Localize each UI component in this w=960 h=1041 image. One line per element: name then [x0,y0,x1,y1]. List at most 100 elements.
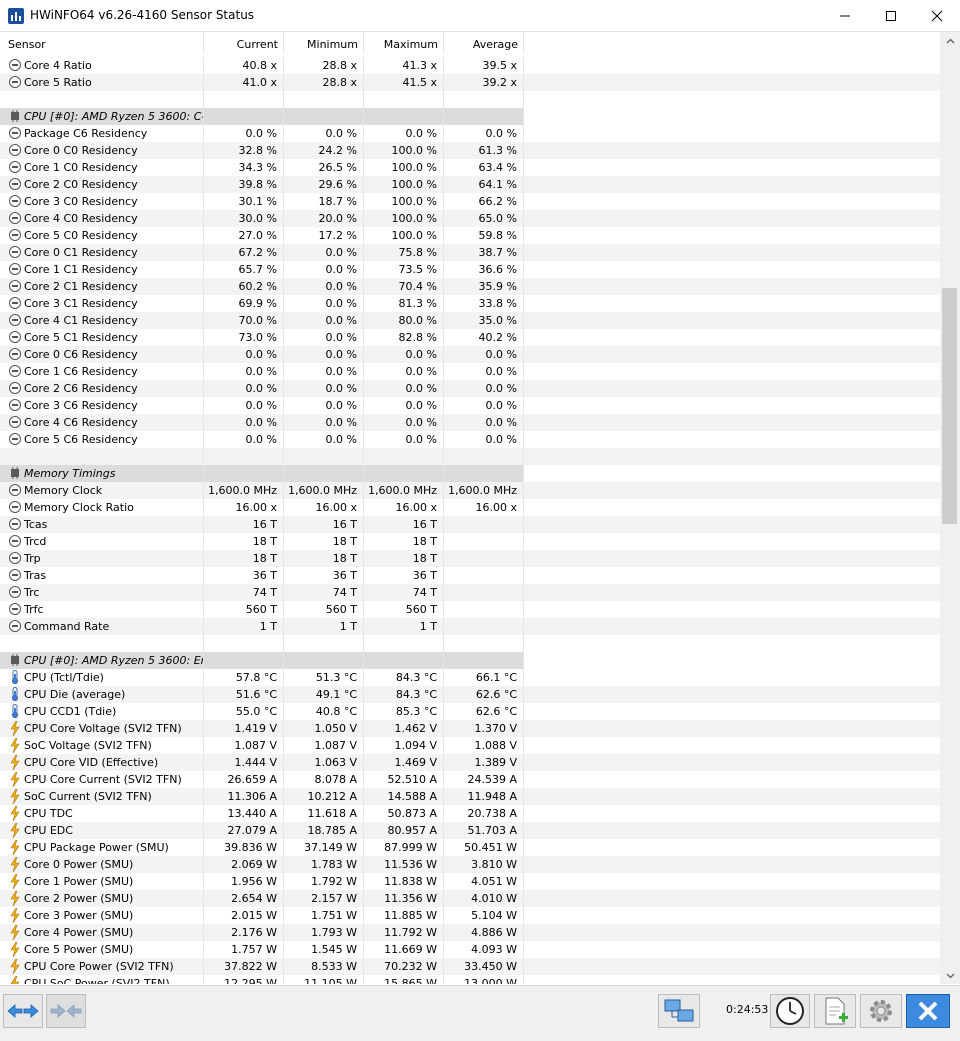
table-row[interactable]: CPU (Tctl/Tdie) 57.8 °C 51.3 °C 84.3 °C 66.1… [0,669,524,686]
table-row[interactable]: Trfc 560 T 560 T 560 T [0,601,524,618]
maximum-value: 100.0 % [364,193,444,210]
minimum-value: 28.8 x [284,57,364,74]
table-row[interactable]: Trcd 18 T 18 T 18 T [0,533,524,550]
table-row[interactable]: Core 2 C6 Residency 0.0 % 0.0 % 0.0 % 0.0 % [0,380,524,397]
table-row[interactable]: Core 3 C1 Residency 69.9 % 0.0 % 81.3 % 33.8… [0,295,524,312]
average-value: 16.00 x [444,499,524,516]
navigate-left-right-button[interactable] [3,994,43,1028]
average-value: 0.0 % [444,380,524,397]
sensor-group-header[interactable]: Memory Timings [0,465,524,482]
minimize-button[interactable] [822,0,868,31]
table-row[interactable]: Core 2 Power (SMU) 2.654 W 2.157 W 11.356 W… [0,890,524,907]
table-row[interactable]: Core 2 C1 Residency 60.2 % 0.0 % 70.4 % 35.9… [0,278,524,295]
sensor-group-header[interactable]: CPU [#0]: AMD Ryzen 5 3600: C-... [0,108,524,125]
network-button[interactable] [658,994,700,1028]
maximum-value: 41.5 x [364,74,444,91]
sensor-group-header[interactable]: CPU [#0]: AMD Ryzen 5 3600: En... [0,652,524,669]
maximum-value: 16.00 x [364,499,444,516]
sensor-name-label: CPU TDC [24,807,73,820]
table-row[interactable]: Core 0 Power (SMU) 2.069 W 1.783 W 11.536 W… [0,856,524,873]
lightning-icon [9,755,21,770]
table-row[interactable]: Core 0 C1 Residency 67.2 % 0.0 % 75.8 % 38.7… [0,244,524,261]
table-row[interactable]: CPU TDC 13.440 A 11.618 A 50.873 A 20.738 A [0,805,524,822]
vertical-scrollbar[interactable] [940,32,960,984]
current-value: 70.0 % [204,312,284,329]
scroll-down-button[interactable] [940,967,960,984]
table-row[interactable]: Core 3 C0 Residency 30.1 % 18.7 % 100.0 % 66… [0,193,524,210]
table-row[interactable]: Core 1 C6 Residency 0.0 % 0.0 % 0.0 % 0.0 % [0,363,524,380]
group-cell [444,652,524,669]
table-row[interactable]: Core 4 C0 Residency 30.0 % 20.0 % 100.0 % 65… [0,210,524,227]
average-value: 40.2 % [444,329,524,346]
table-row[interactable]: Core 2 C0 Residency 39.8 % 29.6 % 100.0 % 64… [0,176,524,193]
maximum-value: 50.873 A [364,805,444,822]
double-arrow-icon [7,1004,39,1018]
table-row[interactable]: Trp 18 T 18 T 18 T [0,550,524,567]
table-row[interactable]: Core 4 C1 Residency 70.0 % 0.0 % 80.0 % 35.0… [0,312,524,329]
blank-row-filler [524,91,940,108]
average-value: 1.389 V [444,754,524,771]
table-row[interactable]: Core 5 C1 Residency 73.0 % 0.0 % 82.8 % 40.2… [0,329,524,346]
table-row[interactable]: Core 3 C6 Residency 0.0 % 0.0 % 0.0 % 0.0 % [0,397,524,414]
table-row[interactable]: Core 5 Power (SMU) 1.757 W 1.545 W 11.669 W… [0,941,524,958]
column-header-average[interactable]: Average [444,32,524,54]
table-row[interactable]: Core 4 Ratio 40.8 x 28.8 x 41.3 x 39.5 x [0,57,524,74]
average-value: 39.5 x [444,57,524,74]
table-row[interactable]: Core 5 C6 Residency 0.0 % 0.0 % 0.0 % 0.0 % [0,431,524,448]
close-sensors-button[interactable] [906,994,950,1028]
table-row[interactable]: CPU Package Power (SMU) 39.836 W 37.149 W8… [0,839,524,856]
table-row[interactable]: Trc 74 T 74 T 74 T [0,584,524,601]
table-row[interactable]: CPU CCD1 (Tdie) 55.0 °C 40.8 °C 85.3 °C 62.6… [0,703,524,720]
table-row[interactable]: Core 4 Power (SMU) 2.176 W 1.793 W 11.792 W… [0,924,524,941]
table-row[interactable]: Core 1 C1 Residency 65.7 % 0.0 % 73.5 % 36.6… [0,261,524,278]
minimum-value: 0.0 % [284,125,364,142]
table-row[interactable]: CPU Core Current (SVI2 TFN) 26.659 A 8.078… [0,771,524,788]
scrollbar-thumb[interactable] [942,288,957,524]
table-row[interactable]: SoC Voltage (SVI2 TFN) 1.087 V 1.087 V 1.09… [0,737,524,754]
table-row[interactable]: Memory Clock Ratio 16.00 x 16.00 x 16.00 x1… [0,499,524,516]
table-row[interactable]: CPU SoC Power (SVI2 TFN) 12.295 W 11.105 W… [0,975,524,984]
table-row[interactable]: Core 1 C0 Residency 34.3 % 26.5 % 100.0 % 63… [0,159,524,176]
table-row[interactable]: Package C6 Residency 0.0 % 0.0 % 0.0 % 0.0 % [0,125,524,142]
table-row[interactable]: Core 3 Power (SMU) 2.015 W 1.751 W 11.885 W… [0,907,524,924]
close-window-button[interactable] [914,0,960,31]
table-row[interactable]: Command Rate 1 T1 T1 T [0,618,524,635]
table-row[interactable]: CPU Core VID (Effective) 1.444 V 1.063 V 1.… [0,754,524,771]
reset-clock-button[interactable] [770,994,810,1028]
table-row[interactable]: Core 0 C0 Residency 32.8 % 24.2 % 100.0 % 61… [0,142,524,159]
table-row[interactable]: CPU Die (average) 51.6 °C 49.1 °C 84.3 °C 62… [0,686,524,703]
sensor-name-label: Core 1 C6 Residency [24,365,138,378]
group-name: Memory Timings [0,465,204,482]
current-value: 1.444 V [204,754,284,771]
sensor-name-label: CPU Core Current (SVI2 TFN) [24,773,182,786]
table-row[interactable]: Tras 36 T 36 T 36 T [0,567,524,584]
group-cell [204,652,284,669]
table-row[interactable]: Core 0 C6 Residency 0.0 % 0.0 % 0.0 % 0.0 % [0,346,524,363]
current-value: 1.757 W [204,941,284,958]
column-header-minimum[interactable]: Minimum [284,32,364,54]
maximum-value: 100.0 % [364,227,444,244]
sensor-name: Command Rate [0,618,204,635]
table-row[interactable]: Core 5 C0 Residency 27.0 % 17.2 % 100.0 % 59… [0,227,524,244]
table-row[interactable]: Memory Clock 1,600.0 MHz 1,600.0 MHz 1,600.… [0,482,524,499]
logging-button[interactable] [814,994,856,1028]
column-header-current[interactable]: Current [204,32,284,54]
table-row[interactable]: CPU EDC 27.079 A 18.785 A 80.957 A 51.703 A [0,822,524,839]
table-row[interactable]: Tcas 16 T 16 T 16 T [0,516,524,533]
lightning-icon [9,925,21,940]
sensor-name: Core 0 C6 Residency [0,346,204,363]
table-row[interactable]: CPU Core Voltage (SVI2 TFN) 1.419 V 1.050 … [0,720,524,737]
settings-button[interactable] [860,994,902,1028]
sensor-name: Core 4 C1 Residency [0,312,204,329]
lightning-icon [9,721,21,736]
table-row[interactable]: Core 1 Power (SMU) 1.956 W 1.792 W 11.838 W… [0,873,524,890]
navigate-disabled-button[interactable] [46,994,86,1028]
table-row[interactable]: SoC Current (SVI2 TFN) 11.306 A 10.212 A 14… [0,788,524,805]
table-row[interactable]: Core 5 Ratio 41.0 x 28.8 x 41.5 x 39.2 x [0,74,524,91]
column-header-sensor[interactable]: Sensor [0,32,204,54]
table-row[interactable]: Core 4 C6 Residency 0.0 % 0.0 % 0.0 % 0.0 % [0,414,524,431]
maximize-button[interactable] [868,0,914,31]
scroll-up-button[interactable] [940,32,960,49]
column-header-maximum[interactable]: Maximum [364,32,444,54]
table-row[interactable]: CPU Core Power (SVI2 TFN) 37.822 W 8.533 W… [0,958,524,975]
